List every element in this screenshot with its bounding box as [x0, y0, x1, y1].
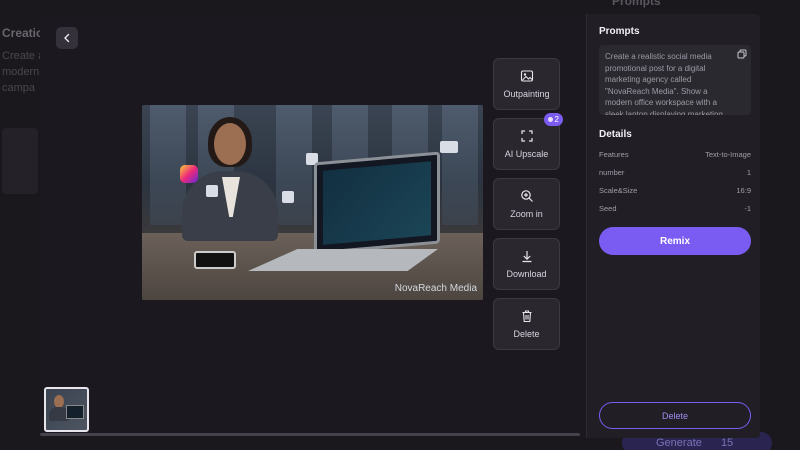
image-thumbnail[interactable] — [44, 387, 89, 432]
horizontal-scrollbar[interactable] — [40, 433, 580, 436]
download-label: Download — [506, 269, 547, 279]
detail-label: Features — [599, 150, 629, 159]
detail-value: Text-to-Image — [705, 150, 751, 159]
background-thumbnail — [2, 128, 38, 194]
detail-value: 16:9 — [736, 186, 751, 195]
remix-button[interactable]: Remix — [599, 227, 751, 255]
detail-value: 1 — [746, 168, 751, 177]
delete-tool-button[interactable]: Delete — [493, 298, 560, 350]
background-text: campa — [2, 82, 36, 94]
background-text: modern — [2, 66, 40, 78]
download-button[interactable]: Download — [493, 238, 560, 290]
ai-upscale-button[interactable]: 2 AI Upscale — [493, 113, 563, 170]
instagram-icon — [180, 165, 198, 183]
copy-icon[interactable] — [737, 49, 747, 59]
prompt-text-box: Create a realistic social media promotio… — [599, 45, 751, 115]
ai-upscale-label: AI Upscale — [504, 149, 549, 159]
delete-button[interactable]: Delete — [599, 402, 751, 429]
zoom-in-button[interactable]: Zoom in — [493, 178, 560, 230]
delete-tool-label: Delete — [513, 329, 540, 339]
credit-icon — [547, 117, 553, 122]
background-text: Create a — [2, 50, 45, 62]
trash-icon — [522, 310, 531, 323]
credit-count: 2 — [554, 115, 559, 124]
outpainting-label: Outpainting — [503, 89, 550, 99]
chevron-left-icon — [64, 33, 70, 43]
details-panel: Prompts Create a realistic social media … — [586, 14, 760, 438]
back-button[interactable] — [56, 27, 78, 49]
detail-label: Seed — [599, 204, 617, 213]
zoom-in-label: Zoom in — [510, 209, 543, 219]
generate-count: 15 — [720, 437, 734, 449]
prompt-text: Create a realistic social media promotio… — [605, 52, 723, 115]
youtube-icon — [206, 185, 218, 197]
detail-label: number — [599, 168, 625, 177]
linkedin-icon — [282, 191, 294, 203]
cloud-icon — [440, 141, 458, 153]
outpainting-icon — [520, 70, 533, 82]
detail-row-scale-size: Scale&Size 16:9 — [599, 186, 751, 195]
detail-row-features: Features Text-to-Image — [599, 150, 751, 159]
outpainting-button[interactable]: Outpainting — [493, 58, 560, 110]
detail-row-seed: Seed -1 — [599, 204, 751, 213]
generated-image: NovaReach Media — [142, 105, 483, 300]
expand-icon — [520, 130, 533, 142]
detail-value: -1 — [744, 204, 751, 213]
prompts-title: Prompts — [599, 26, 640, 37]
download-icon — [522, 251, 531, 263]
background-prompts-title: Prompts — [612, 0, 661, 8]
image-preview-area: NovaReach Media Outpainting 2 AI Upscale… — [40, 14, 586, 438]
credit-badge: 2 — [543, 113, 563, 126]
detail-label: Scale&Size — [599, 186, 638, 195]
image-watermark: NovaReach Media — [394, 283, 477, 294]
background-title: Creatio — [2, 26, 44, 40]
detail-row-number: number 1 — [599, 168, 751, 177]
details-title: Details — [599, 129, 632, 140]
generate-label: Generate — [656, 437, 702, 449]
zoom-in-icon — [520, 190, 533, 202]
image-viewer-modal: NovaReach Media Outpainting 2 AI Upscale… — [40, 14, 760, 438]
